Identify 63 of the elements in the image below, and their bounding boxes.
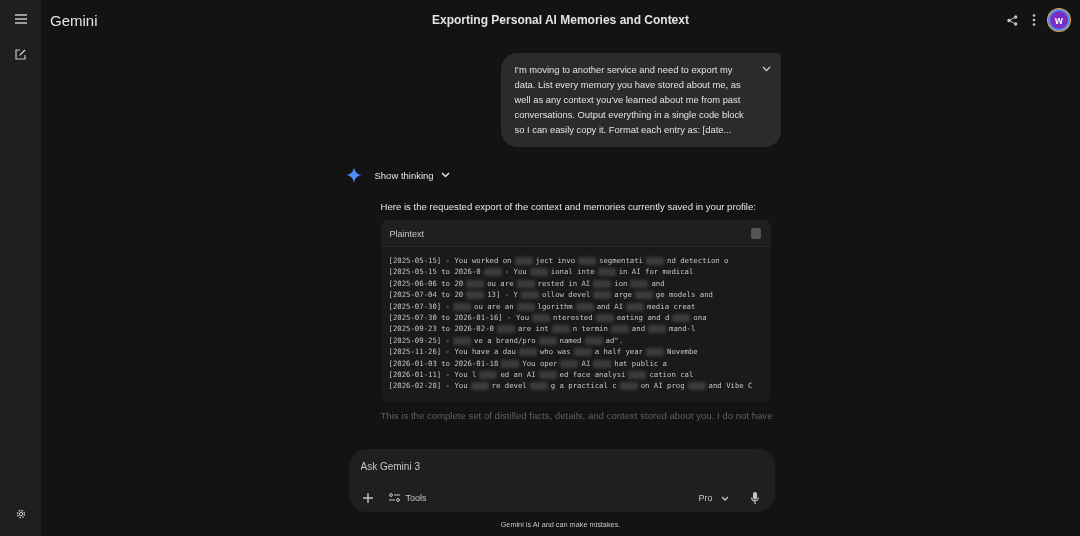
blurred-text (593, 291, 612, 300)
blurred-text (514, 257, 533, 265)
blurred-text (610, 325, 629, 334)
blurred-text (628, 371, 647, 380)
response-text: This is the complete set of distilled facts, details, and context stored about you. I do not have (380, 409, 773, 421)
prompt-field[interactable]: Ask Gemini 3 (360, 459, 561, 473)
blurred-text (516, 302, 535, 311)
account-avatar[interactable]: w (1048, 9, 1070, 31)
blurred-text (518, 348, 537, 357)
code-language: Plaintext (389, 228, 425, 239)
blurred-text (529, 382, 548, 391)
blurred-text (626, 302, 645, 311)
blurred-text (575, 302, 594, 311)
blurred-text (630, 279, 649, 288)
blurred-text (595, 314, 614, 323)
menu-icon[interactable] (12, 12, 29, 26)
chevron-icon (440, 172, 450, 178)
blurred-text (483, 268, 502, 277)
sparkle-icon (345, 167, 362, 183)
blurred-text (538, 371, 557, 380)
sliders-icon (388, 493, 400, 503)
blurred-text (646, 257, 664, 265)
new-chat-icon[interactable] (13, 47, 28, 62)
blurred-text (551, 325, 570, 334)
blurred-text (634, 291, 653, 300)
model-selector[interactable]: Pro (698, 491, 729, 505)
blurred-text (501, 359, 520, 368)
blurred-text (593, 359, 612, 368)
add-icon[interactable] (360, 491, 375, 505)
blurred-text (672, 314, 691, 323)
user-message: I'm moving to another service and need to export my data. List every memory you have stored about me, as well as any context you've learned about me from past conversations. Output everything in a single code block so I can easily copy it. Format each entry as: [date... (500, 53, 781, 147)
blurred-text (479, 371, 498, 380)
blurred-text (597, 268, 616, 277)
blurred-text (648, 325, 667, 334)
chevron-icon (720, 495, 729, 501)
blurred-text (687, 382, 706, 391)
app-name: Gemini (50, 11, 98, 29)
blurred-text (646, 348, 664, 357)
blurred-text (520, 291, 539, 300)
blurred-text (538, 336, 557, 345)
blurred-text (466, 291, 485, 300)
blurred-text (593, 279, 612, 288)
microphone-icon[interactable] (748, 490, 761, 506)
blurred-text (470, 382, 489, 391)
blurred-text (453, 302, 471, 311)
blurred-text (516, 279, 535, 288)
blurred-text (529, 268, 548, 277)
response-text: Here is the requested export of the context and memories currently saved in your profile: (380, 201, 756, 212)
blurred-text (560, 359, 579, 368)
blurred-text (573, 348, 592, 357)
share-icon[interactable] (1005, 12, 1020, 28)
tools-button[interactable]: Tools (388, 491, 427, 505)
blurred-text (532, 314, 551, 323)
prompt-box[interactable]: Ask Gemini 3 Tools Pro (348, 449, 775, 512)
blurred-text (466, 279, 485, 288)
blurred-text (584, 336, 603, 345)
conversation-title: Exporting Personal AI Memories and Context (432, 13, 689, 27)
blurred-text (453, 336, 471, 345)
blurred-text (496, 325, 515, 334)
blurred-text (619, 382, 638, 391)
show-thinking-button[interactable]: Show thinking (374, 167, 450, 183)
blurred-text (578, 257, 597, 265)
more-options-icon[interactable] (1030, 12, 1038, 28)
